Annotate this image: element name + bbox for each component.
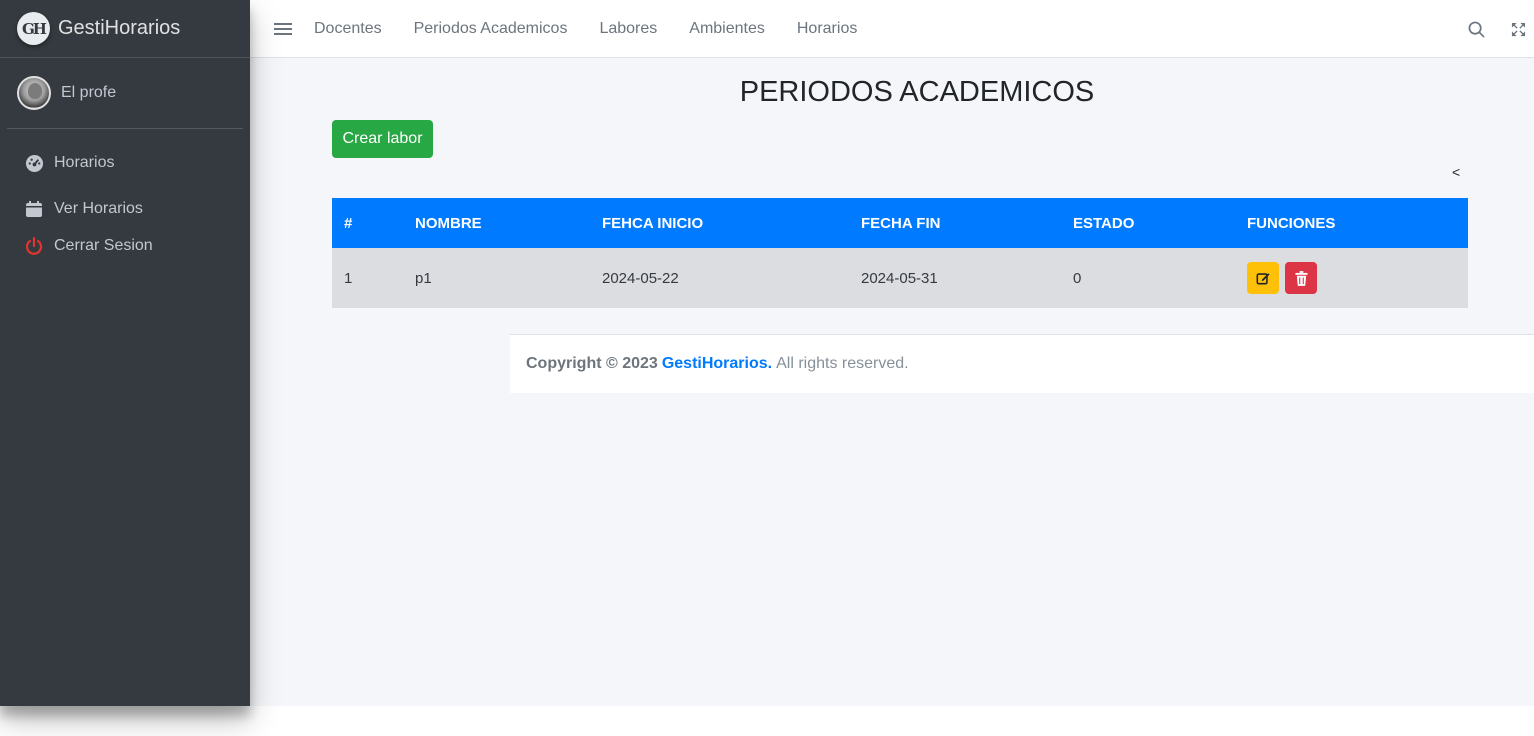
tachometer-icon xyxy=(24,153,44,173)
power-icon xyxy=(24,236,44,256)
nav-link-horarios[interactable]: Horarios xyxy=(797,20,857,38)
user-name: El profe xyxy=(61,84,117,101)
table-cell: 2024-05-31 xyxy=(861,269,938,287)
trash-icon xyxy=(1295,270,1308,286)
avatar xyxy=(17,76,51,110)
copyright-text: Copyright © 2023 xyxy=(526,355,658,372)
delete-button[interactable] xyxy=(1285,262,1318,294)
nav-link-periodos-academicos[interactable]: Periodos Academicos xyxy=(414,20,568,38)
column-header: ESTADO xyxy=(1073,214,1135,232)
edit-icon xyxy=(1256,273,1270,285)
edit-button[interactable] xyxy=(1247,262,1279,294)
table-cell: p1 xyxy=(415,269,432,287)
rights-text: All rights reserved. xyxy=(776,355,909,372)
fullscreen-icon[interactable] xyxy=(1508,19,1528,39)
table-header: # NOMBRE FEHCA INICIO FECHA FIN ESTADO F… xyxy=(332,198,1468,248)
column-header: FEHCA INICIO xyxy=(602,214,704,232)
sidebar-item-label: Ver Horarios xyxy=(54,199,143,217)
nav-link-ambientes[interactable]: Ambientes xyxy=(689,20,765,38)
footer-brand-link[interactable]: GestiHorarios. xyxy=(662,355,772,373)
sidebar-item-ver-horarios[interactable]: Ver Horarios xyxy=(0,190,250,227)
top-navbar: Docentes Periodos Academicos Labores Amb… xyxy=(250,0,1534,58)
sidebar-item-cerrar-sesion[interactable]: Cerrar Sesion xyxy=(0,227,250,264)
periods-table: # NOMBRE FEHCA INICIO FECHA FIN ESTADO F… xyxy=(332,198,1468,308)
table-row: 1 p1 2024-05-22 2024-05-31 0 xyxy=(332,248,1468,308)
sidebar-item-label: Horarios xyxy=(54,154,115,171)
search-icon[interactable] xyxy=(1466,19,1486,39)
table-cell: 0 xyxy=(1073,269,1082,287)
previous-arrow[interactable]: < xyxy=(1452,164,1460,180)
brand-link[interactable]: GH GestiHorarios xyxy=(0,0,250,58)
brand-name: GestiHorarios xyxy=(58,17,181,39)
sidebar-item-horarios[interactable]: Horarios xyxy=(0,145,250,181)
create-labor-button[interactable]: Crear labor xyxy=(332,120,433,158)
user-panel[interactable]: El profe xyxy=(7,58,243,129)
brand-logo: GH xyxy=(17,12,50,45)
sidebar-item-label: Cerrar Sesion xyxy=(54,236,153,254)
table-cell: 1 xyxy=(344,269,353,287)
navbar-right xyxy=(1466,0,1534,58)
page-title: PERIODOS ACADEMICOS xyxy=(739,76,1095,108)
actions-cell xyxy=(1235,248,1468,308)
menu-toggle-icon[interactable] xyxy=(274,20,292,38)
column-header: NOMBRE xyxy=(415,214,482,232)
column-header: FECHA FIN xyxy=(861,214,941,232)
sidebar-nav: Horarios Ver Horarios Cerrar Sesion xyxy=(0,129,250,264)
footer: Copyright © 2023 GestiHorarios. All righ… xyxy=(510,334,1534,393)
column-header: # xyxy=(344,214,353,232)
table-cell: 2024-05-22 xyxy=(602,269,679,287)
content-wrapper: PERIODOS ACADEMICOS Crear labor < # NOMB… xyxy=(250,58,1534,706)
nav-link-labores[interactable]: Labores xyxy=(599,20,657,38)
calendar-icon xyxy=(24,199,44,219)
sidebar: GH GestiHorarios El profe Horarios Ver H… xyxy=(0,0,250,706)
column-header: FUNCIONES xyxy=(1247,214,1336,232)
nav-link-docentes[interactable]: Docentes xyxy=(314,20,382,38)
